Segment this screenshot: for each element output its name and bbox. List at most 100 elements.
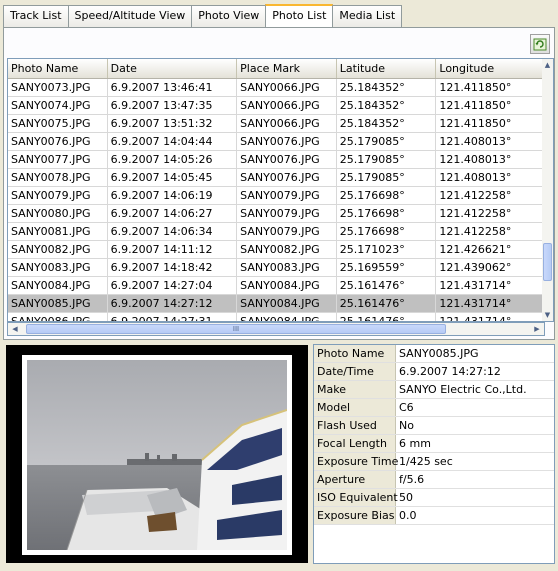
column-header-date[interactable]: Date [108,59,238,78]
table-cell: 121.411850° [436,97,544,114]
property-row: Date/Time 6.9.2007 14:27:12 [314,363,554,381]
table-row[interactable]: SANY0083.JPG 6.9.2007 14:18:42 SANY0083.JP… [8,259,544,277]
table-row[interactable]: SANY0078.JPG 6.9.2007 14:05:45 SANY0076.JP… [8,169,544,187]
scroll-right-arrow-icon[interactable]: ▶ [530,323,544,335]
table-cell: 6.9.2007 14:11:12 [108,241,238,258]
table-cell: 6.9.2007 13:47:35 [108,97,238,114]
table-row[interactable]: SANY0086.JPG 6.9.2007 14:27:31 SANY0084.JP… [8,313,544,321]
scroll-left-arrow-icon[interactable]: ◀ [8,323,22,335]
tab-bar: Track List Speed/Altitude View Photo View P… [3,4,403,27]
table-cell: 121.408013° [436,151,544,168]
table-cell: SANY0076.JPG [237,169,337,186]
tab-photo-list[interactable]: Photo List [265,4,334,27]
property-key: Date/Time [314,363,396,380]
table-cell: 25.184352° [337,97,437,114]
table-cell: 25.171023° [337,241,437,258]
property-value: 6.9.2007 14:27:12 [399,365,501,378]
table-cell: 6.9.2007 14:18:42 [108,259,238,276]
table-cell: 121.411850° [436,115,544,132]
property-key: ISO Equivalent [314,489,398,506]
property-key: Photo Name [314,345,396,362]
table-cell: 121.411850° [436,79,544,96]
grid-body: SANY0073.JPG 6.9.2007 13:46:41 SANY0066.JP… [8,79,544,321]
tab-media-list[interactable]: Media List [332,5,403,27]
vertical-scroll-thumb[interactable] [543,243,552,281]
table-cell: SANY0079.JPG [237,187,337,204]
table-cell: 25.184352° [337,79,437,96]
table-cell: SANY0084.JPG [8,277,108,294]
table-cell: SANY0078.JPG [8,169,108,186]
table-cell: 121.439062° [436,259,544,276]
table-cell: 121.431714° [436,295,544,312]
refresh-icon [533,38,547,51]
photo-preview-image [27,360,287,550]
table-row[interactable]: SANY0074.JPG 6.9.2007 13:47:35 SANY0066.JP… [8,97,544,115]
horizontal-scrollbar[interactable]: ◀ III ▶ [7,322,545,336]
table-row[interactable]: SANY0077.JPG 6.9.2007 14:05:26 SANY0076.JP… [8,151,544,169]
property-row: Photo Name SANY0085.JPG [314,345,554,363]
table-row[interactable]: SANY0084.JPG 6.9.2007 14:27:04 SANY0084.JP… [8,277,544,295]
table-cell: 121.431714° [436,313,544,321]
property-key: Exposure Bias [314,507,396,524]
table-row[interactable]: SANY0082.JPG 6.9.2007 14:11:12 SANY0082.JP… [8,241,544,259]
table-cell: SANY0066.JPG [237,115,337,132]
table-cell: 121.408013° [436,133,544,150]
table-cell: 121.412258° [436,187,544,204]
table-cell: 6.9.2007 14:04:44 [108,133,238,150]
table-cell: SANY0084.JPG [237,313,337,321]
refresh-button[interactable] [530,34,550,54]
table-row[interactable]: SANY0079.JPG 6.9.2007 14:06:19 SANY0079.JP… [8,187,544,205]
table-cell: 25.184352° [337,115,437,132]
table-cell: SANY0080.JPG [8,205,108,222]
table-cell: 6.9.2007 14:06:34 [108,223,238,240]
property-key: Make [314,381,396,398]
table-row[interactable]: SANY0085.JPG 6.9.2007 14:27:12 SANY0084.JP… [8,295,544,313]
table-cell: SANY0075.JPG [8,115,108,132]
vertical-scrollbar[interactable]: ▲ ▼ [542,58,554,322]
table-row[interactable]: SANY0080.JPG 6.9.2007 14:06:27 SANY0079.JP… [8,205,544,223]
table-cell: SANY0066.JPG [237,79,337,96]
horizontal-scroll-thumb[interactable]: III [26,324,446,334]
table-row[interactable]: SANY0076.JPG 6.9.2007 14:04:44 SANY0076.JP… [8,133,544,151]
table-cell: 6.9.2007 14:05:26 [108,151,238,168]
property-value: 6 mm [399,437,431,450]
table-cell: SANY0066.JPG [237,97,337,114]
table-cell: 25.179085° [337,151,437,168]
grid-header: Photo Name Date Place Mark Latitude Longitud… [8,59,544,79]
table-cell: SANY0073.JPG [8,79,108,96]
property-row: Exposure Time 1/425 sec [314,453,554,471]
property-row: Model C6 [314,399,554,417]
table-cell: SANY0079.JPG [8,187,108,204]
table-cell: 6.9.2007 14:27:04 [108,277,238,294]
table-cell: SANY0077.JPG [8,151,108,168]
table-cell: SANY0076.JPG [237,151,337,168]
photo-border [22,355,292,555]
property-value: C6 [399,401,414,414]
table-cell: SANY0086.JPG [8,313,108,321]
table-cell: SANY0079.JPG [237,223,337,240]
property-key: Model [314,399,396,416]
column-header-place-mark[interactable]: Place Mark [237,59,337,78]
table-row[interactable]: SANY0075.JPG 6.9.2007 13:51:32 SANY0066.JP… [8,115,544,133]
table-cell: SANY0079.JPG [237,205,337,222]
tab-photo-view[interactable]: Photo View [191,5,267,27]
table-cell: SANY0076.JPG [8,133,108,150]
property-key: Flash Used [314,417,396,434]
tab-speed-altitude-view[interactable]: Speed/Altitude View [67,5,193,27]
scroll-up-arrow-icon[interactable]: ▲ [542,59,553,71]
exif-properties-table: Photo Name SANY0085.JPG Date/Time 6.9.2007 … [313,344,555,564]
table-row[interactable]: SANY0073.JPG 6.9.2007 13:46:41 SANY0066.JP… [8,79,544,97]
column-header-longitude[interactable]: Longitude [436,59,544,78]
table-cell: SANY0084.JPG [237,277,337,294]
table-row[interactable]: SANY0081.JPG 6.9.2007 14:06:34 SANY0079.JP… [8,223,544,241]
tab-track-list[interactable]: Track List [3,5,69,27]
property-key: Focal Length [314,435,396,452]
column-header-latitude[interactable]: Latitude [337,59,437,78]
column-header-photo-name[interactable]: Photo Name [8,59,108,78]
table-cell: 25.169559° [337,259,437,276]
table-cell: 121.431714° [436,277,544,294]
scroll-down-arrow-icon[interactable]: ▼ [542,309,553,321]
property-row: ISO Equivalent 50 [314,489,554,507]
property-value: 50 [399,491,413,504]
table-cell: SANY0085.JPG [8,295,108,312]
